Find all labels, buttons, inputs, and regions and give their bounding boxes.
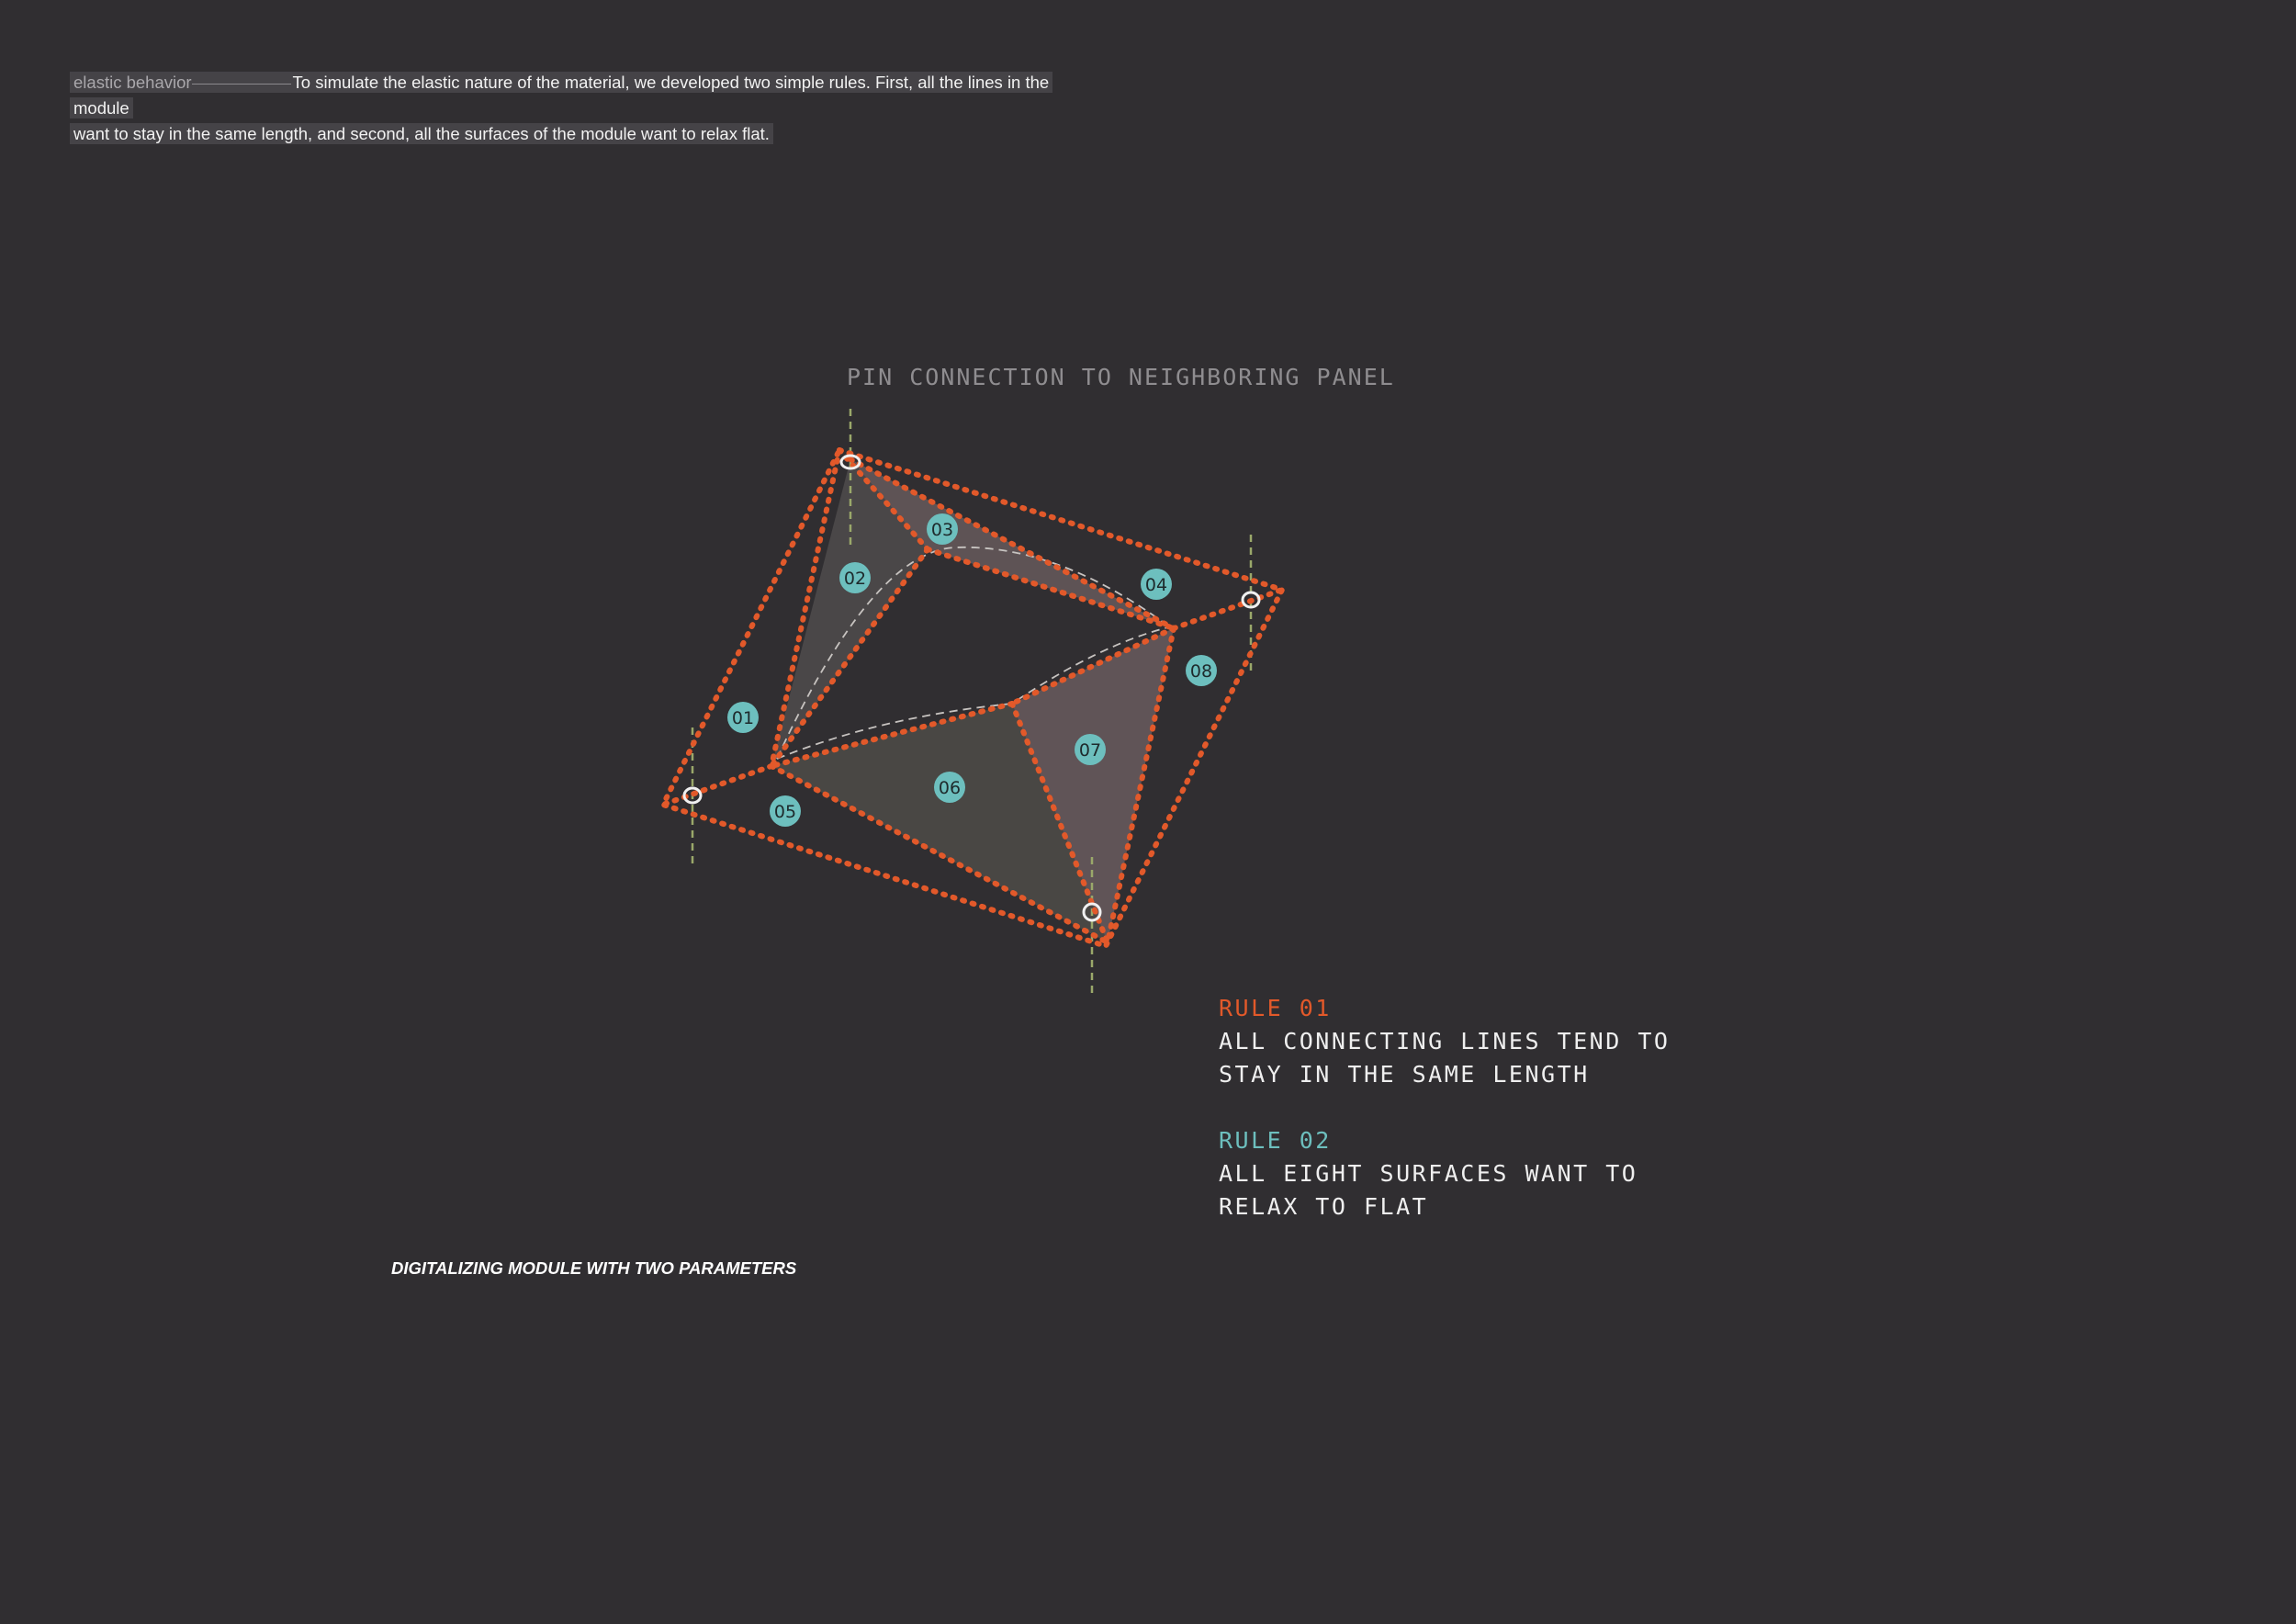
badge-04-label: 04: [1145, 575, 1167, 595]
diagram-caption: DIGITALIZING MODULE WITH TWO PARAMETERS: [391, 1258, 797, 1278]
badge-02-label: 02: [844, 569, 866, 589]
rule-02-text: ALL EIGHT SURFACES WANT TO RELAX TO FLAT: [1219, 1160, 1638, 1220]
rule-02-title: RULE 02: [1219, 1127, 1332, 1154]
badge-03-label: 03: [931, 520, 953, 540]
badge-01: 01: [727, 702, 759, 733]
module-diagram: 01 02 03 04 05 06 07 08: [660, 409, 1285, 995]
badge-07: 07: [1075, 734, 1106, 765]
badge-08: 08: [1186, 655, 1217, 686]
badge-01-label: 01: [732, 708, 754, 728]
rules-legend: RULE 01 ALL CONNECTING LINES TEND TO STA…: [1219, 992, 1670, 1224]
canvas: { "intro": { "keyword": "elastic behavio…: [0, 0, 2296, 1624]
badge-06-label: 06: [939, 778, 961, 798]
pin-guides: [691, 409, 1253, 995]
badge-07-label: 07: [1079, 740, 1101, 761]
badge-08-label: 08: [1190, 661, 1212, 682]
badge-05: 05: [770, 795, 801, 827]
badge-04: 04: [1141, 569, 1172, 600]
badge-05-label: 05: [774, 802, 796, 822]
badge-02: 02: [839, 562, 871, 593]
edge: [1171, 587, 1285, 631]
rule-01-text: ALL CONNECTING LINES TEND TO STAY IN THE…: [1219, 1028, 1671, 1088]
badge-03: 03: [927, 513, 958, 545]
badge-06: 06: [934, 772, 965, 803]
rule-01-title: RULE 01: [1219, 995, 1332, 1021]
